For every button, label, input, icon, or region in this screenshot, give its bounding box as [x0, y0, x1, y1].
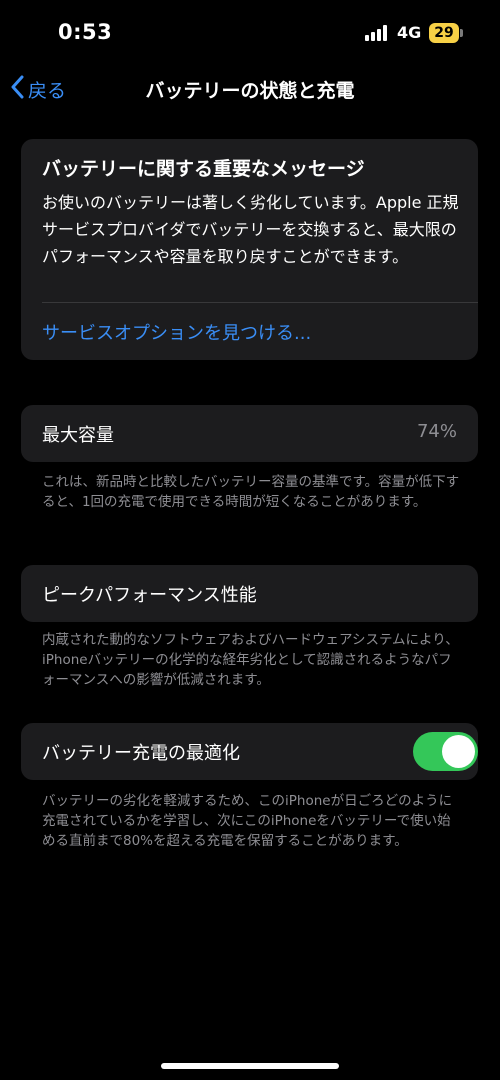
- peak-performance-footnote: 内蔵された動的なソフトウェアおよびハードウェアシステムにより、iPhoneバッテ…: [42, 632, 459, 688]
- max-capacity-value: 74%: [416, 421, 457, 442]
- battery-level: 29: [429, 23, 459, 43]
- divider: [42, 302, 478, 303]
- optimized-charging-toggle[interactable]: [413, 732, 478, 771]
- toggle-knob: [442, 735, 475, 768]
- peak-performance-label: ピークパフォーマンス性能: [42, 585, 257, 606]
- message-title: バッテリーに関する重要なメッセージ: [42, 158, 365, 180]
- max-capacity-footnote: これは、新品時と比較したバッテリー容量の基準です。容量が低下すると、1回の充電で…: [42, 474, 460, 510]
- peak-performance-row: ピークパフォーマンス性能: [21, 565, 478, 622]
- page-title: バッテリーの状態と充電: [145, 80, 355, 102]
- optimized-charging-footnote: バッテリーの劣化を軽減するため、このiPhoneが日ごろどのように充電されている…: [42, 793, 453, 849]
- network-type: 4G: [397, 23, 422, 42]
- find-service-options-link[interactable]: サービスオプションを見つける...: [42, 319, 311, 345]
- battery-message-card: バッテリーに関する重要なメッセージ お使いのバッテリーは著しく劣化しています。A…: [21, 139, 478, 360]
- status-time: 0:53: [58, 20, 113, 44]
- max-capacity-row: 最大容量 74%: [21, 405, 478, 462]
- battery-icon: 29: [429, 23, 463, 43]
- max-capacity-label: 最大容量: [42, 425, 114, 446]
- optimized-charging-label: バッテリー充電の最適化: [42, 743, 240, 764]
- optimized-charging-row: バッテリー充電の最適化: [21, 723, 478, 780]
- cellular-signal-icon: [365, 25, 391, 41]
- message-body: お使いのバッテリーは著しく劣化しています。Apple 正規サービスプロバイダでバ…: [42, 193, 459, 266]
- home-indicator[interactable]: [161, 1063, 339, 1069]
- navigation-bar: 戻る バッテリーの状態と充電: [0, 60, 500, 118]
- status-bar: 0:53 4G 29: [0, 0, 500, 60]
